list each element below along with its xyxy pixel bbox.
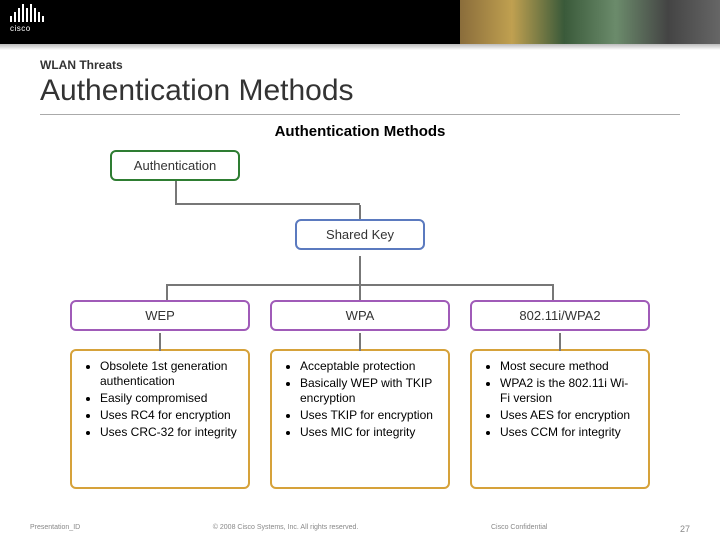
connector-h-upper [70, 203, 650, 205]
list-item: Uses CCM for integrity [500, 425, 638, 440]
footer: Presentation_ID © 2008 Cisco Systems, In… [0, 524, 720, 534]
header-photo-strip [460, 0, 720, 44]
details-wpa: Acceptable protection Basically WEP with… [270, 349, 450, 489]
slide-kicker: WLAN Threats [40, 58, 680, 72]
list-item: Uses MIC for integrity [300, 425, 438, 440]
list-item: WPA2 is the 802.11i Wi-Fi version [500, 376, 638, 406]
list-item: Uses TKIP for encryption [300, 408, 438, 423]
footer-page-number: 27 [680, 524, 690, 534]
list-item: Uses AES for encryption [500, 408, 638, 423]
node-shared-key: Shared Key [295, 219, 425, 250]
connector-root-to-mid [175, 181, 650, 203]
node-wpa2: 802.11i/WPA2 [470, 300, 650, 331]
connector-mid-down [359, 256, 361, 270]
node-authentication: Authentication [110, 150, 240, 181]
root-row: Authentication [110, 150, 650, 181]
brand-text: cisco [10, 24, 44, 33]
cisco-logo-bars [10, 4, 44, 22]
details-wpa2: Most secure method WPA2 is the 802.11i W… [470, 349, 650, 489]
list-item: Acceptable protection [300, 359, 438, 374]
list-item: Easily compromised [100, 391, 238, 406]
method-wep: WEP Obsolete 1st generation authenticati… [70, 300, 250, 489]
method-row: WEP Obsolete 1st generation authenticati… [70, 300, 650, 489]
list-item: Most secure method [500, 359, 638, 374]
connector-to-shared [359, 205, 361, 219]
list-item: Basically WEP with TKIP encryption [300, 376, 438, 406]
method-wpa2: 802.11i/WPA2 Most secure method WPA2 is … [470, 300, 650, 489]
diagram: Authentication Methods Authentication Sh… [40, 123, 680, 489]
slide-body: WLAN Threats Authentication Methods Auth… [0, 50, 720, 489]
slide-title: Authentication Methods [40, 74, 680, 108]
mid-row: Shared Key [70, 219, 650, 250]
footer-presentation-id: Presentation_ID [30, 524, 80, 534]
title-rule [40, 114, 680, 115]
node-wep: WEP [70, 300, 250, 331]
header-bar: cisco [0, 0, 720, 44]
diagram-title: Authentication Methods [70, 123, 650, 140]
cisco-logo: cisco [10, 4, 44, 33]
list-item: Obsolete 1st generation authentication [100, 359, 238, 389]
footer-copyright: © 2008 Cisco Systems, Inc. All rights re… [213, 524, 359, 534]
list-item: Uses CRC-32 for integrity [100, 425, 238, 440]
method-wpa: WPA Acceptable protection Basically WEP … [270, 300, 450, 489]
connector-branch [70, 270, 650, 300]
list-item: Uses RC4 for encryption [100, 408, 238, 423]
footer-confidential: Cisco Confidential [491, 524, 547, 534]
details-wep: Obsolete 1st generation authentication E… [70, 349, 250, 489]
node-wpa: WPA [270, 300, 450, 331]
